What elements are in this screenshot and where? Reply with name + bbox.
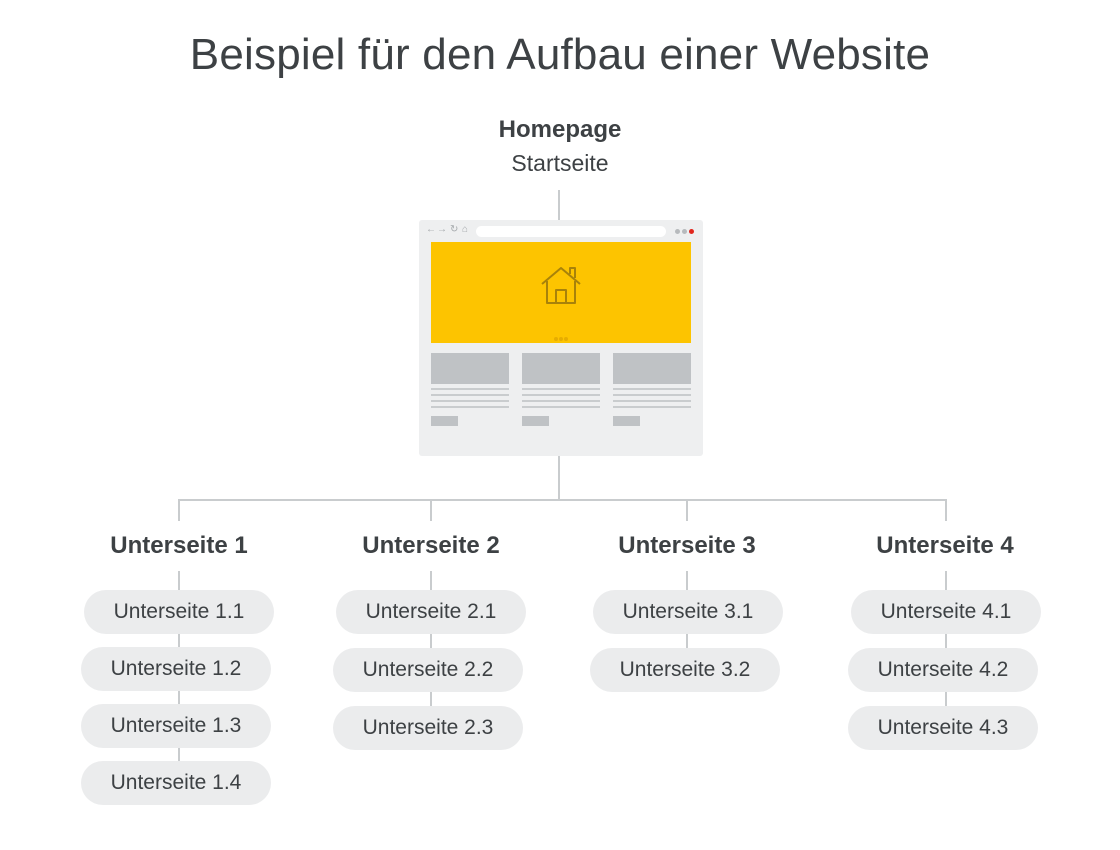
homepage-browser-mockup: ← → ↻ ⌂ — [419, 220, 703, 456]
subpage-1-4: Unterseite 1.4 — [81, 761, 271, 805]
subpage-3-1: Unterseite 3.1 — [593, 590, 783, 634]
arrow-left-icon: ← — [426, 224, 436, 235]
connector-bus — [178, 499, 947, 501]
subpage-2-1: Unterseite 2.1 — [336, 590, 526, 634]
content-column — [431, 353, 509, 426]
reload-icon: ↻ — [450, 224, 459, 235]
window-dot — [675, 229, 680, 234]
subpage-2-2: Unterseite 2.2 — [333, 648, 523, 692]
address-bar — [476, 226, 666, 237]
section-heading-4: Unterseite 4 — [876, 532, 1014, 559]
home-icon: ⌂ — [462, 224, 469, 235]
subpage-4-2: Unterseite 4.2 — [848, 648, 1038, 692]
subpage-2-3: Unterseite 2.3 — [333, 706, 523, 750]
subpage-1-3: Unterseite 1.3 — [81, 704, 271, 748]
connector-homepage-browser — [558, 190, 560, 220]
connector-drop-2 — [430, 499, 432, 521]
carousel-dots — [554, 328, 569, 346]
homepage-label: Homepage — [498, 116, 622, 143]
subpage-1-2: Unterseite 1.2 — [81, 647, 271, 691]
house-icon — [541, 267, 581, 304]
subpage-1-1: Unterseite 1.1 — [84, 590, 274, 634]
window-close-dot — [689, 229, 694, 234]
content-column — [613, 353, 691, 426]
homepage-sublabel: Startseite — [511, 150, 609, 176]
connector-browser-bus — [558, 456, 560, 500]
section-heading-3: Unterseite 3 — [618, 532, 756, 559]
section-heading-2: Unterseite 2 — [362, 532, 500, 559]
content-column — [522, 353, 600, 426]
page-title: Beispiel für den Aufbau einer Website — [189, 30, 931, 79]
connector-drop-3 — [686, 499, 688, 521]
subpage-4-3: Unterseite 4.3 — [848, 706, 1038, 750]
section-heading-1: Unterseite 1 — [110, 532, 248, 559]
subpage-3-2: Unterseite 3.2 — [590, 648, 780, 692]
arrow-right-icon: → — [437, 224, 447, 235]
subpage-4-1: Unterseite 4.1 — [851, 590, 1041, 634]
connector-drop-4 — [945, 499, 947, 521]
window-dot — [682, 229, 687, 234]
hero-banner — [431, 242, 691, 343]
connector-drop-1 — [178, 499, 180, 521]
